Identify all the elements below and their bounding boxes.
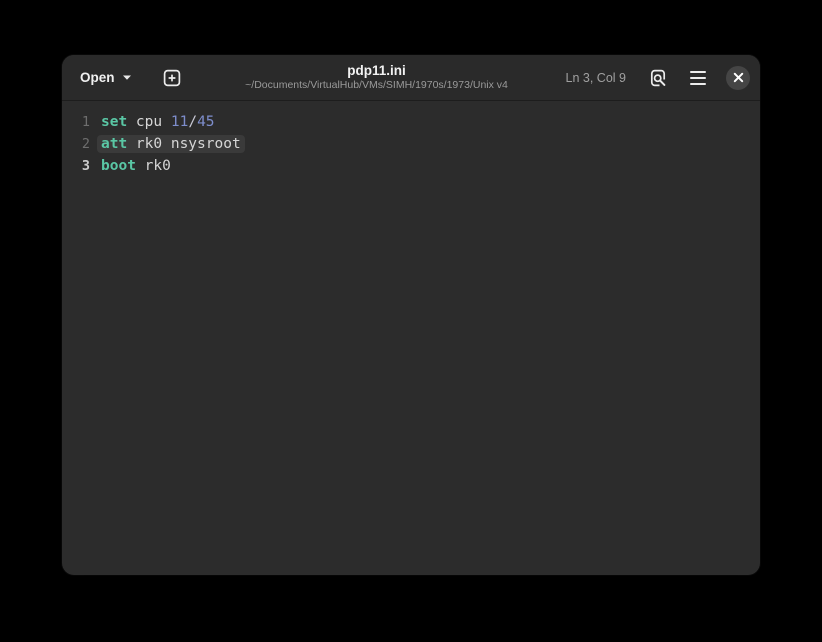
document-path: ~/Documents/VirtualHub/VMs/SIMH/1970s/19… (245, 79, 508, 92)
code-line[interactable]: 3 boot rk0 (62, 155, 760, 177)
code-text: set cpu 11/45 (101, 114, 215, 130)
search-button[interactable] (642, 62, 674, 94)
header-bar: Open pdp11.ini ~/Documents/VirtualHub/VM… (62, 55, 760, 101)
open-button-label: Open (80, 70, 115, 85)
chevron-down-icon (122, 74, 132, 81)
close-button[interactable] (726, 65, 750, 90)
line-number: 2 (81, 136, 90, 152)
header-right-group: Ln 3, Col 9 (566, 62, 750, 94)
open-button[interactable]: Open (70, 63, 142, 92)
code-text: att rk0 nsysroot (97, 135, 245, 153)
code-text: boot rk0 (101, 158, 171, 174)
menu-icon (690, 70, 706, 85)
line-number: 1 (81, 114, 90, 130)
document-title: pdp11.ini (347, 62, 406, 78)
code-line[interactable]: 2 att rk0 nsysroot (62, 133, 760, 155)
new-tab-button[interactable] (156, 62, 188, 94)
search-document-icon (649, 69, 667, 87)
cursor-position-indicator[interactable]: Ln 3, Col 9 (566, 71, 626, 85)
close-icon (733, 72, 744, 83)
editor-area[interactable]: 1 set cpu 11/45 2 att rk0 nsysroot 3 boot rk0 (62, 101, 760, 574)
editor-lines: 1 set cpu 11/45 2 att rk0 nsysroot 3 boot rk0 (62, 111, 760, 177)
header-left-group: Open (70, 62, 188, 94)
new-tab-icon (163, 69, 181, 87)
code-line[interactable]: 1 set cpu 11/45 (62, 111, 760, 133)
text-editor-window: Open pdp11.ini ~/Documents/VirtualHub/VM… (62, 55, 760, 575)
line-number: 3 (81, 158, 90, 174)
menu-button[interactable] (682, 62, 714, 94)
window-title-area: pdp11.ini ~/Documents/VirtualHub/VMs/SIM… (188, 63, 566, 93)
